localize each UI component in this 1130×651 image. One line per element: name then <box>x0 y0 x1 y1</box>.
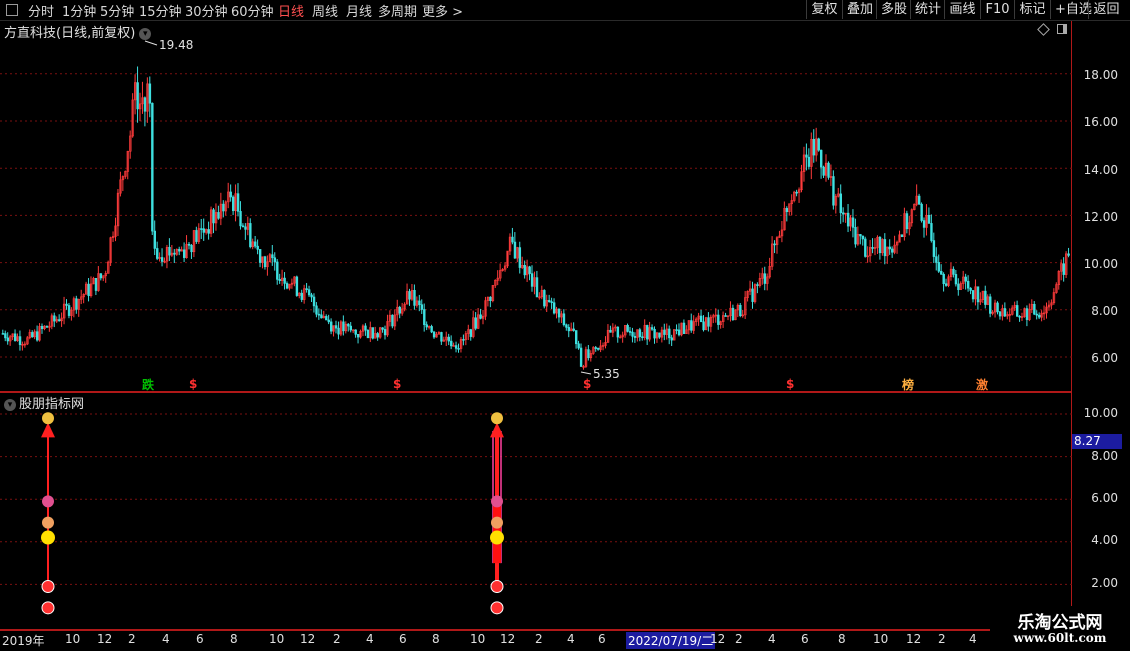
smiley-icon <box>490 530 504 545</box>
red-ball-icon <box>41 580 55 594</box>
x-axis-label: 10 <box>65 632 81 646</box>
x-axis-label: 10 <box>470 632 486 646</box>
x-axis-label: 6 <box>801 632 809 646</box>
indicator-red-bar <box>47 431 49 585</box>
y-tick-label: 12.00 <box>1083 210 1118 224</box>
arrow-up-icon <box>41 422 55 438</box>
x-axis-label: 2019年 <box>2 634 45 648</box>
watermark-url: www.60lt.com <box>1013 631 1107 645</box>
x-axis-label: 4 <box>162 632 170 646</box>
indicator-chart <box>0 412 1072 615</box>
x-axis-label: 4 <box>969 632 977 646</box>
x-axis-label: 12 <box>906 632 922 646</box>
x-axis-label: 4 <box>366 632 374 646</box>
current-value-badge: 8.27 <box>1072 434 1122 449</box>
x-axis-label: 8 <box>838 632 846 646</box>
x-axis-label: 4 <box>567 632 575 646</box>
y-tick-label: 10.00 <box>1083 257 1118 271</box>
x-axis-label: 2 <box>128 632 136 646</box>
money-bag-icon <box>42 412 54 425</box>
pink-face-icon <box>491 495 503 508</box>
x-axis-label: 6 <box>399 632 407 646</box>
indicator-y-tick: 2.00 <box>1091 576 1118 590</box>
x-axis-label: 12 <box>97 632 113 646</box>
y-tick-label: 18.00 <box>1083 68 1118 82</box>
x-axis-label: 12 <box>710 632 726 646</box>
watermark-title: 乐淘公式网 <box>1017 613 1103 633</box>
x-axis-label: 8 <box>432 632 440 646</box>
x-axis-label: 4 <box>768 632 776 646</box>
x-axis-label: 8 <box>230 632 238 646</box>
x-axis-label: 10 <box>873 632 889 646</box>
orange-face-icon <box>491 516 503 529</box>
y-tick-label: 8.00 <box>1091 304 1118 318</box>
x-axis-label: 10 <box>269 632 285 646</box>
indicator-y-tick: 4.00 <box>1091 533 1118 547</box>
x-axis-label: 2 <box>735 632 743 646</box>
x-axis-label: 6 <box>196 632 204 646</box>
x-axis-cursor-date: 2022/07/19/二 <box>626 632 716 649</box>
x-axis-label: 2 <box>333 632 341 646</box>
y-tick-label: 16.00 <box>1083 115 1118 129</box>
button-back[interactable]: 返回 <box>1088 0 1124 19</box>
smiley-icon <box>41 530 55 545</box>
orange-face-icon <box>42 516 54 529</box>
pink-face-icon <box>42 495 54 508</box>
indicator-y-tick: 10.00 <box>1083 406 1118 420</box>
x-axis-label: 2 <box>535 632 543 646</box>
arrow-up-icon <box>490 422 504 438</box>
y-tick-label: 14.00 <box>1083 163 1118 177</box>
indicator-y-tick: 8.00 <box>1091 449 1118 463</box>
red-ball-icon <box>41 601 55 615</box>
y-tick-label: 6.00 <box>1091 351 1118 365</box>
red-ball-icon <box>490 580 504 594</box>
indicator-y-tick: 6.00 <box>1091 491 1118 505</box>
x-axis-label: 12 <box>500 632 516 646</box>
x-axis-label: 2 <box>938 632 946 646</box>
money-bag-icon <box>491 412 503 425</box>
watermark: 乐淘公式网 www.60lt.com <box>990 606 1130 650</box>
x-axis-label: 12 <box>300 632 316 646</box>
red-ball-icon <box>490 601 504 615</box>
x-axis-label: 6 <box>598 632 606 646</box>
